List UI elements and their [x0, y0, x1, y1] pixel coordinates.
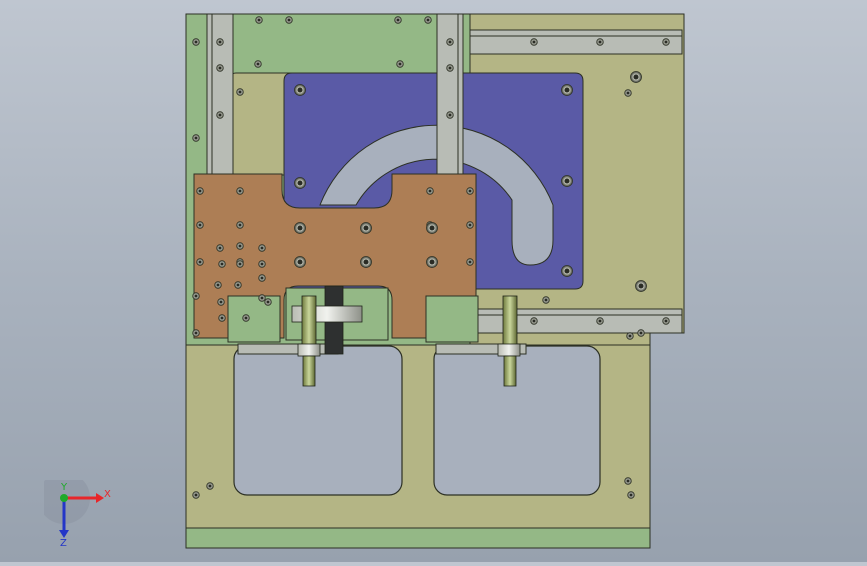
cad-viewport[interactable]: X Y Z — [0, 0, 867, 562]
bolt-hole-core — [198, 223, 202, 227]
lower-window-left — [233, 345, 403, 496]
bolt-hole-core — [396, 18, 400, 22]
bolt-hole-core — [238, 244, 242, 248]
bolt-hole-core — [398, 62, 402, 66]
bolt-hole-core — [564, 268, 570, 274]
bolt-hole-core — [626, 479, 630, 483]
bolt-hole-core — [238, 189, 242, 193]
bolt-hole-core — [216, 283, 220, 287]
bolt-hole-core — [429, 259, 435, 265]
bolt-hole-core — [236, 283, 240, 287]
bolt-hole-core — [218, 66, 222, 70]
bolt-hole-core — [468, 260, 472, 264]
bolt-hole-core — [219, 300, 223, 304]
lower-window-right — [433, 345, 601, 496]
bolt-hole-core — [266, 300, 270, 304]
bolt-hole-core — [468, 189, 472, 193]
y-axis-label: Y — [60, 482, 68, 493]
bolt-hole-core — [194, 294, 198, 298]
bolt-hole-core — [260, 276, 264, 280]
model-drawing[interactable] — [0, 0, 867, 562]
bolt-hole-core — [257, 18, 261, 22]
bolt-hole-core — [564, 178, 570, 184]
bolt-hole-core — [194, 40, 198, 44]
bolt-hole-core — [238, 90, 242, 94]
bolt-hole-core — [598, 319, 602, 323]
bolt-hole-core — [639, 331, 643, 335]
bolt-hole-core — [629, 493, 633, 497]
bolt-hole-core — [260, 296, 264, 300]
bolt-hole-core — [448, 113, 452, 117]
bolt-hole-core — [220, 262, 224, 266]
bolt-hole-core — [628, 334, 632, 338]
bolt-hole-core — [363, 225, 369, 231]
bolt-hole-core — [532, 40, 536, 44]
bolt-hole-core — [220, 316, 224, 320]
bolt-hole-core — [297, 225, 303, 231]
bolt-hole-core — [664, 319, 668, 323]
bolt-hole-core — [297, 87, 303, 93]
bolt-hole-core — [468, 223, 472, 227]
bolt-hole-core — [208, 484, 212, 488]
bolt-hole-core — [297, 259, 303, 265]
bolt-hole-core — [260, 262, 264, 266]
bolt-hole-core — [287, 18, 291, 22]
bolt-hole-core — [426, 18, 430, 22]
bolt-hole-core — [194, 493, 198, 497]
z-axis-label: Z — [60, 538, 67, 546]
bolt-hole-core — [238, 262, 242, 266]
bolt-hole-core — [544, 298, 548, 302]
bolt-hole-core — [218, 40, 222, 44]
bolt-hole-core — [429, 225, 435, 231]
bolt-hole-core — [638, 283, 644, 289]
x-axis-label: X — [104, 489, 111, 500]
bolt-hole-core — [194, 331, 198, 335]
bolt-hole-core — [218, 246, 222, 250]
bolt-hole-core — [218, 113, 222, 117]
bolt-hole-core — [297, 180, 303, 186]
bolt-hole-core — [532, 319, 536, 323]
bolt-hole-core — [238, 223, 242, 227]
bolt-hole-core — [256, 62, 260, 66]
bolt-hole-core — [448, 40, 452, 44]
bolt-hole-core — [244, 316, 248, 320]
bolt-hole-core — [194, 136, 198, 140]
bolt-hole-core — [198, 189, 202, 193]
horizontal-rail-bottom[interactable] — [469, 308, 683, 334]
bolt-hole-core — [633, 74, 639, 80]
orientation-triad[interactable]: X Y Z — [44, 480, 114, 546]
z-arrow-head — [59, 530, 69, 538]
bolt-hole-core — [598, 40, 602, 44]
bolt-hole-core — [626, 91, 630, 95]
horizontal-rail-top[interactable] — [469, 29, 683, 55]
x-arrow-head — [96, 493, 104, 503]
vertical-rail-right[interactable] — [436, 13, 464, 175]
bolt-hole-core — [198, 260, 202, 264]
bolt-hole-core — [363, 259, 369, 265]
vertical-rail-left[interactable] — [206, 13, 234, 175]
bolt-hole-core — [564, 87, 570, 93]
bolt-hole-core — [260, 246, 264, 250]
bolt-hole-core — [428, 189, 432, 193]
y-axis-dot — [60, 494, 68, 502]
bolt-hole-core — [664, 40, 668, 44]
bolt-hole-core — [448, 66, 452, 70]
